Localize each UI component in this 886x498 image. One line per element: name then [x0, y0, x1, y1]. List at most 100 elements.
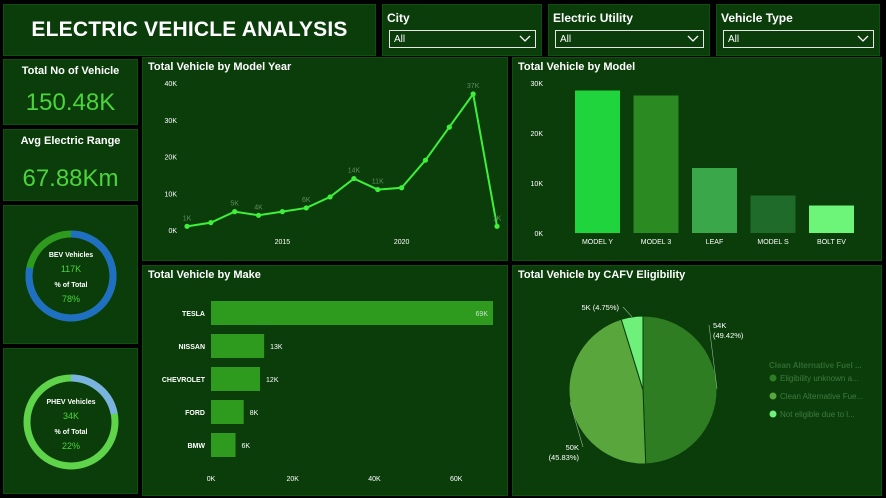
- slice-label: 50K: [566, 443, 579, 452]
- value-label: 69K: [476, 311, 489, 318]
- data-label: 37K: [467, 83, 480, 90]
- y-tick-label: 0K: [168, 228, 177, 235]
- data-point[interactable]: [446, 124, 452, 130]
- legend-marker[interactable]: [769, 374, 777, 382]
- bar[interactable]: [211, 301, 493, 325]
- vehicle-type-slicer[interactable]: Vehicle Type All: [716, 4, 880, 56]
- data-point[interactable]: [470, 91, 476, 97]
- vehicle-type-dropdown[interactable]: All: [723, 30, 874, 48]
- make-chart-panel: Total Vehicle by Make TESLA 69K NISSAN 13K C…: [142, 265, 508, 496]
- legend-marker[interactable]: [769, 410, 777, 418]
- cafv-chart-title: Total Vehicle by CAFV Eligibility: [518, 269, 686, 281]
- bar[interactable]: [211, 433, 236, 457]
- utility-slicer-label: Electric Utility: [553, 11, 634, 25]
- cafv-chart-panel: Total Vehicle by CAFV Eligibility 54K (49…: [512, 265, 882, 496]
- total-vehicles-card: Total No of Vehicle 150.48K: [3, 59, 138, 125]
- city-slicer-label: City: [387, 11, 410, 25]
- bar[interactable]: [211, 334, 265, 358]
- slice-label: (49.42%): [713, 331, 744, 340]
- category-label: TESLA: [182, 311, 205, 318]
- phev-count: 34K: [63, 411, 79, 421]
- data-point[interactable]: [255, 212, 262, 218]
- data-label: 5K: [230, 201, 239, 208]
- value-label: 6K: [242, 443, 251, 450]
- chevron-down-icon: [687, 35, 699, 42]
- pie-slice[interactable]: [642, 315, 718, 465]
- avg-range-card: Avg Electric Range 67.88Km: [3, 129, 138, 201]
- x-tick-label: 0K: [207, 476, 216, 483]
- model-chart-title: Total Vehicle by Model: [518, 61, 636, 73]
- legend-label[interactable]: Clean Alternative Fue...: [780, 392, 863, 401]
- utility-slicer[interactable]: Electric Utility All: [548, 4, 710, 56]
- y-tick-label: 0K: [534, 231, 543, 238]
- data-point[interactable]: [399, 185, 405, 191]
- data-label: 6K: [302, 197, 311, 204]
- data-point[interactable]: [303, 205, 309, 211]
- bar[interactable]: [575, 90, 620, 234]
- bar[interactable]: [211, 400, 244, 424]
- bar[interactable]: [633, 95, 679, 234]
- y-tick-label: 10K: [531, 181, 544, 188]
- bar[interactable]: [211, 367, 261, 391]
- legend-label[interactable]: Not eligible due to l...: [780, 410, 855, 419]
- y-tick-label: 20K: [531, 131, 544, 138]
- avg-range-label: Avg Electric Range: [20, 135, 121, 147]
- legend-marker[interactable]: [769, 392, 777, 400]
- data-label: 4K: [254, 204, 263, 211]
- avg-range-value: 67.88Km: [22, 165, 119, 192]
- bar[interactable]: [750, 195, 796, 234]
- bev-donut: BEV Vehicles 117K % of Total 78%: [25, 230, 117, 322]
- cafv-pie-chart[interactable]: 54K(49.42%) 50K(45.83%) 5K (4.75%) Clean Al…: [513, 266, 883, 497]
- data-point[interactable]: [351, 175, 357, 182]
- bar[interactable]: [809, 205, 854, 234]
- utility-dropdown-value: All: [560, 33, 572, 45]
- value-label: 12K: [266, 377, 279, 384]
- vehicle-type-dropdown-value: All: [728, 33, 740, 45]
- city-slicer[interactable]: City All: [382, 4, 542, 56]
- bev-pct-label: % of Total: [55, 282, 88, 289]
- slice-label: (45.83%): [549, 453, 580, 462]
- data-point[interactable]: [422, 157, 429, 163]
- bev-pct: 78%: [62, 294, 80, 304]
- data-label: 1K: [493, 215, 502, 222]
- model-year-chart-panel: Total Vehicle by Model Year 0K 10K 20K 30K 4…: [142, 57, 508, 261]
- x-tick-label: 2015: [275, 239, 291, 246]
- legend-title: Clean Alternative Fuel ...: [769, 361, 862, 370]
- bar[interactable]: [692, 168, 737, 233]
- data-label: 14K: [348, 168, 361, 175]
- title-panel: ELECTRIC VEHICLE ANALYSIS: [3, 4, 376, 56]
- city-dropdown[interactable]: All: [389, 30, 536, 48]
- x-tick-label: 20K: [287, 476, 300, 483]
- leader-line: [622, 306, 633, 318]
- y-tick-label: 40K: [165, 81, 178, 88]
- data-point[interactable]: [232, 209, 238, 215]
- y-tick-label: 20K: [165, 155, 178, 162]
- utility-dropdown[interactable]: All: [555, 30, 704, 48]
- model-year-line-chart[interactable]: 0K 10K 20K 30K 40K 2015 2020 1K 5K 4K 6K 14K 11K 37K 1…: [143, 58, 509, 262]
- chevron-down-icon: [519, 35, 531, 42]
- phev-pct-label: % of Total: [55, 429, 88, 436]
- model-bar-chart[interactable]: 0K 10K 20K 30K MODEL Y MODEL 3 LEAF MODEL S BOLT…: [513, 58, 883, 262]
- data-point[interactable]: [494, 223, 500, 229]
- legend-label[interactable]: Eligibility unknown a...: [780, 374, 859, 383]
- data-point[interactable]: [375, 186, 381, 193]
- category-label: MODEL 3: [641, 239, 672, 246]
- value-label: 8K: [250, 410, 259, 417]
- data-point[interactable]: [327, 194, 333, 200]
- city-dropdown-value: All: [394, 33, 406, 45]
- x-tick-label: 60K: [450, 476, 463, 483]
- x-tick-label: 40K: [368, 476, 381, 483]
- x-tick-label: 2020: [394, 239, 410, 246]
- data-point[interactable]: [279, 209, 285, 215]
- make-chart-title: Total Vehicle by Make: [148, 269, 261, 281]
- category-label: BOLT EV: [817, 239, 846, 246]
- category-label: NISSAN: [179, 344, 205, 351]
- make-bar-chart[interactable]: TESLA 69K NISSAN 13K CHEVROLET 12K FORD 8K BMW 6K…: [143, 266, 509, 497]
- data-point[interactable]: [184, 223, 190, 229]
- y-tick-label: 30K: [165, 118, 178, 125]
- data-point[interactable]: [208, 220, 214, 226]
- bev-donut-card: BEV Vehicles 117K % of Total 78%: [3, 205, 138, 344]
- value-label: 13K: [270, 344, 283, 351]
- data-label: 1K: [183, 215, 192, 222]
- phev-donut-card: PHEV Vehicles 34K % of Total 22%: [3, 348, 138, 494]
